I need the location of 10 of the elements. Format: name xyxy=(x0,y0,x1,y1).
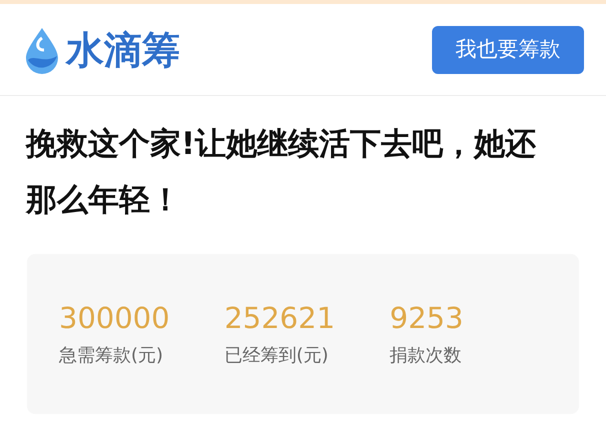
logo-text: 水滴筹 xyxy=(66,30,180,68)
start-fundraising-button[interactable]: 我也要筹款 xyxy=(432,26,584,74)
water-drop-logo-icon xyxy=(24,26,60,74)
stat-value: 252621 xyxy=(224,304,336,332)
stat-value: 9253 xyxy=(390,304,464,332)
campaign-title: 挽救这个家!让她继续活下去吧，她还那么年轻！ xyxy=(26,125,538,220)
stat-label: 已经筹到(元) xyxy=(224,346,328,364)
stat-label: 急需筹款(元) xyxy=(59,346,164,364)
stat-label: 捐款次数 xyxy=(390,346,462,364)
stat-value: 300000 xyxy=(59,304,170,332)
